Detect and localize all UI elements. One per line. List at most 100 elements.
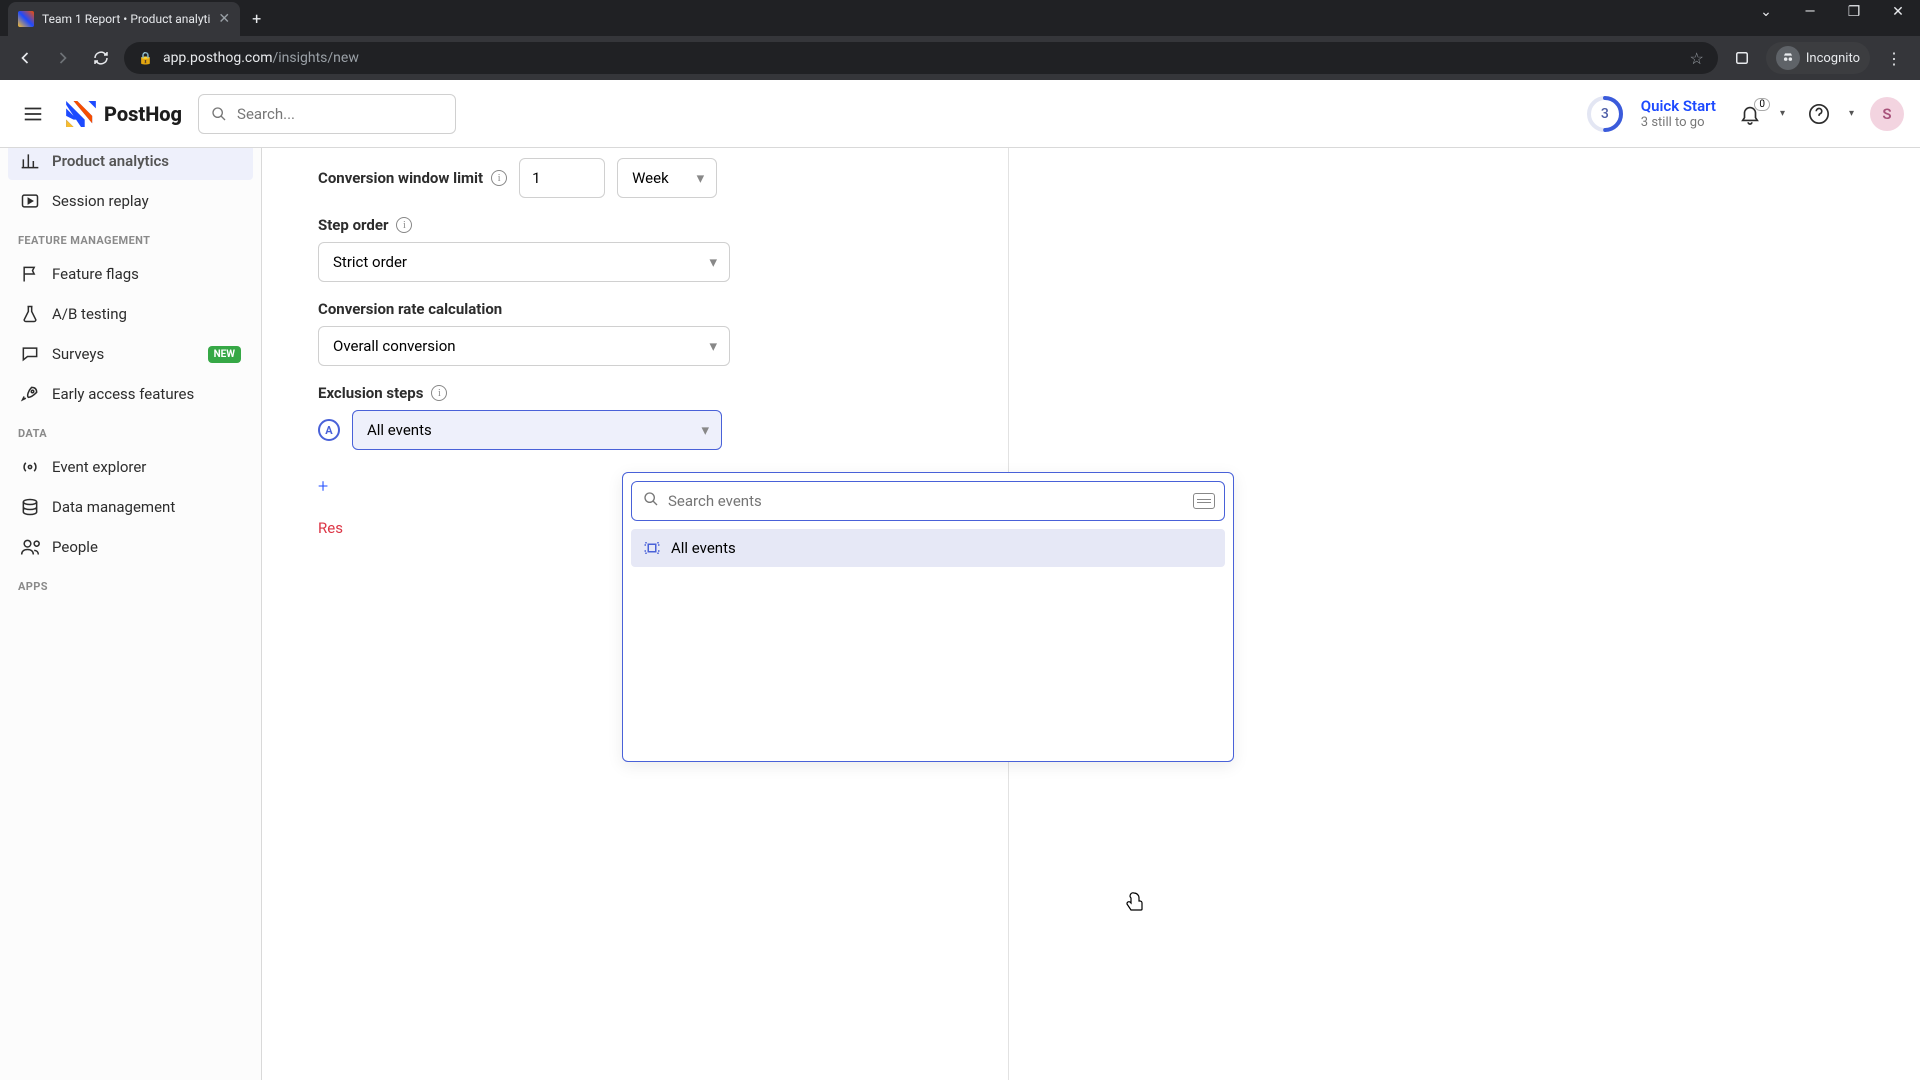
select-value: Overall conversion bbox=[333, 337, 456, 355]
chevron-down-icon: ▾ bbox=[709, 337, 717, 355]
chevron-down-icon[interactable]: ▾ bbox=[1780, 108, 1785, 119]
conversion-rate-select[interactable]: Overall conversion ▾ bbox=[318, 326, 730, 366]
lock-icon: 🔒 bbox=[138, 51, 153, 65]
sidebar-item-label: Data management bbox=[52, 498, 175, 516]
reload-button[interactable] bbox=[86, 43, 116, 73]
play-icon bbox=[20, 191, 40, 211]
conversion-window-label: Conversion window limit bbox=[318, 169, 483, 187]
quickstart-link[interactable]: Quick Start 3 still to go bbox=[1641, 97, 1716, 130]
browser-menu-icon[interactable]: ⋮ bbox=[1878, 42, 1910, 74]
chevron-down-icon[interactable]: ⌄ bbox=[1752, 4, 1780, 20]
sidebar-item-label: Early access features bbox=[52, 385, 194, 403]
step-order-label: Step order bbox=[318, 216, 388, 234]
chevron-down-icon[interactable]: ▾ bbox=[1849, 108, 1854, 119]
menu-toggle-button[interactable] bbox=[16, 97, 50, 131]
incognito-label: Incognito bbox=[1806, 51, 1860, 66]
url-text: app.posthog.com/insights/new bbox=[163, 50, 359, 66]
maximize-icon[interactable]: ❐ bbox=[1840, 4, 1868, 20]
event-search-input[interactable] bbox=[631, 481, 1225, 521]
user-avatar[interactable]: S bbox=[1870, 97, 1904, 131]
flag-icon bbox=[20, 264, 40, 284]
logo[interactable]: PostHog bbox=[66, 101, 182, 127]
sidebar-item-feature-flags[interactable]: Feature flags bbox=[8, 255, 253, 293]
event-option-all-events[interactable]: All events bbox=[631, 529, 1225, 567]
bar-chart-icon bbox=[20, 151, 40, 171]
chevron-down-icon: ▾ bbox=[697, 169, 705, 187]
search-placeholder: Search... bbox=[237, 105, 295, 123]
sidebar-item-label: Product analytics bbox=[52, 152, 169, 170]
new-badge: NEW bbox=[208, 346, 241, 363]
tab-title: Team 1 Report • Product analyti bbox=[42, 12, 210, 26]
close-icon[interactable]: ✕ bbox=[218, 11, 230, 27]
quickstart-progress[interactable]: 3 bbox=[1585, 94, 1625, 134]
all-events-icon bbox=[643, 539, 661, 557]
sidebar: Product analytics Session replay FEATURE… bbox=[0, 148, 262, 1080]
forward-button bbox=[48, 43, 78, 73]
exclusion-event-select[interactable]: All events ▾ bbox=[352, 410, 722, 450]
sidebar-item-session-replay[interactable]: Session replay bbox=[8, 182, 253, 220]
logo-text: PostHog bbox=[104, 102, 182, 126]
extensions-icon[interactable] bbox=[1726, 42, 1758, 74]
sidebar-item-label: Surveys bbox=[52, 345, 104, 363]
user-initial: S bbox=[1882, 105, 1891, 123]
cursor-icon bbox=[1124, 891, 1144, 917]
sidebar-item-label: Session replay bbox=[52, 192, 149, 210]
step-order-select[interactable]: Strict order ▾ bbox=[318, 242, 730, 282]
help-icon bbox=[1808, 103, 1830, 125]
sidebar-item-label: A/B testing bbox=[52, 305, 127, 323]
info-icon[interactable]: i bbox=[396, 217, 412, 233]
sidebar-item-people[interactable]: People bbox=[8, 528, 253, 566]
plus-icon: + bbox=[318, 476, 328, 497]
exclusion-steps-label: Exclusion steps bbox=[318, 384, 423, 402]
incognito-badge[interactable]: Incognito bbox=[1766, 42, 1870, 74]
rocket-icon bbox=[20, 384, 40, 404]
sidebar-item-label: Event explorer bbox=[52, 458, 146, 476]
bookmark-icon[interactable]: ☆ bbox=[1690, 49, 1704, 68]
sidebar-section-apps: APPS bbox=[0, 568, 261, 599]
search-input[interactable]: Search... bbox=[198, 94, 456, 134]
sidebar-item-surveys[interactable]: Surveys NEW bbox=[8, 335, 253, 373]
new-tab-button[interactable]: + bbox=[252, 9, 261, 28]
sidebar-item-ab-testing[interactable]: A/B testing bbox=[8, 295, 253, 333]
address-bar[interactable]: 🔒 app.posthog.com/insights/new ☆ bbox=[124, 42, 1718, 74]
database-icon bbox=[20, 497, 40, 517]
flask-icon bbox=[20, 304, 40, 324]
sidebar-item-data-management[interactable]: Data management bbox=[8, 488, 253, 526]
help-button[interactable] bbox=[1801, 96, 1837, 132]
people-icon bbox=[20, 537, 40, 557]
conversion-window-unit-select[interactable]: Week ▾ bbox=[617, 158, 717, 198]
event-option-label: All events bbox=[671, 539, 736, 557]
chat-icon bbox=[20, 344, 40, 364]
main-panel: Conversion window limit i Week ▾ Step or… bbox=[262, 148, 1920, 1080]
step-badge-a: A bbox=[318, 419, 340, 441]
notifications-button[interactable]: 0 bbox=[1732, 96, 1768, 132]
notifications-count: 0 bbox=[1754, 98, 1770, 111]
posthog-logo-icon bbox=[66, 101, 96, 127]
chevron-down-icon: ▾ bbox=[709, 253, 717, 271]
select-value: Week bbox=[632, 169, 669, 187]
minimize-icon[interactable]: — bbox=[1796, 4, 1824, 20]
info-icon[interactable]: i bbox=[491, 170, 507, 186]
select-value: All events bbox=[367, 421, 432, 439]
sidebar-item-label: People bbox=[52, 538, 98, 556]
sidebar-section-data: DATA bbox=[0, 415, 261, 446]
sidebar-item-event-explorer[interactable]: Event explorer bbox=[8, 448, 253, 486]
sidebar-item-product-analytics[interactable]: Product analytics bbox=[8, 148, 253, 180]
event-picker-popover: All events bbox=[622, 472, 1234, 762]
quickstart-count: 3 bbox=[1601, 106, 1609, 122]
info-icon[interactable]: i bbox=[431, 385, 447, 401]
sidebar-item-early-access[interactable]: Early access features bbox=[8, 375, 253, 413]
quickstart-subtitle: 3 still to go bbox=[1641, 115, 1716, 130]
browser-tab[interactable]: Team 1 Report • Product analyti ✕ bbox=[8, 2, 240, 36]
chevron-down-icon: ▾ bbox=[701, 421, 709, 439]
sidebar-item-label: Feature flags bbox=[52, 265, 139, 283]
conversion-rate-label: Conversion rate calculation bbox=[318, 300, 502, 318]
conversion-window-input[interactable] bbox=[519, 158, 605, 198]
back-button[interactable] bbox=[10, 43, 40, 73]
close-window-icon[interactable]: ✕ bbox=[1884, 4, 1912, 20]
quickstart-title: Quick Start bbox=[1641, 97, 1716, 115]
search-icon bbox=[643, 491, 659, 511]
sidebar-section-feature: FEATURE MANAGEMENT bbox=[0, 222, 261, 253]
keyboard-icon[interactable] bbox=[1193, 493, 1215, 509]
search-icon bbox=[211, 106, 227, 122]
